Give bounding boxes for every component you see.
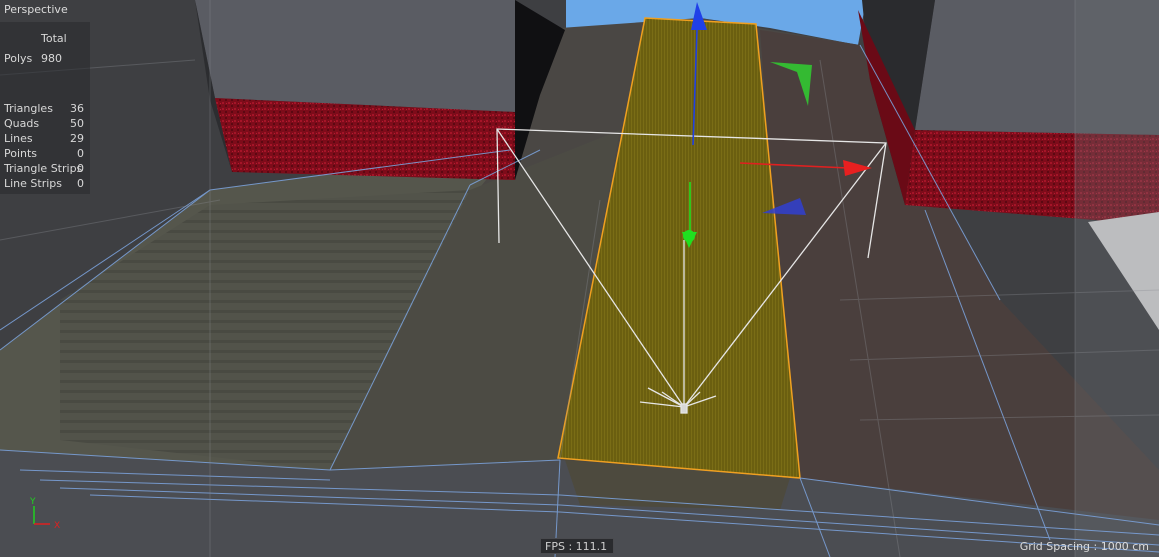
axis-y-label: Y: [29, 497, 36, 507]
stat-label: Triangle Strips: [4, 162, 83, 175]
fps-readout: FPS : 111.1: [540, 538, 614, 554]
stat-label: Points: [4, 147, 38, 160]
stat-row-points: Points 0: [4, 147, 86, 161]
stat-value: 50: [70, 117, 84, 130]
world-axis-icon: Y X: [29, 497, 60, 531]
3d-viewport[interactable]: [0, 0, 1159, 557]
grid-spacing-readout: Grid Spacing : 1000 cm: [1019, 540, 1149, 553]
stat-row-polys: Polys 980: [4, 52, 86, 66]
stat-value: 0: [77, 147, 84, 160]
stat-row-triangle-strips: Triangle Strips 0: [4, 162, 86, 176]
stat-label: Line Strips: [4, 177, 63, 190]
stat-label: Polys: [4, 52, 33, 65]
right-shaded-area: [1075, 0, 1159, 557]
building-left-wall: [215, 98, 515, 180]
building-left-roof: [195, 0, 515, 112]
viewport-name[interactable]: Perspective: [4, 3, 68, 16]
stat-label: Quads: [4, 117, 40, 130]
stat-row-quads: Quads 50: [4, 117, 86, 131]
stat-label: Lines: [4, 132, 33, 145]
stat-row-triangles: Triangles 36: [4, 102, 86, 116]
axis-x-label: X: [54, 521, 60, 531]
stat-value: 29: [70, 132, 84, 145]
stat-value: 36: [70, 102, 84, 115]
stats-total-header: Total: [41, 32, 67, 45]
stat-value: 0: [77, 162, 84, 175]
stat-row-line-strips: Line Strips 0: [4, 177, 86, 191]
stat-value: 0: [77, 177, 84, 190]
stat-row-lines: Lines 29: [4, 132, 86, 146]
stat-label: Triangles: [4, 102, 53, 115]
stat-value: 980: [41, 52, 62, 65]
